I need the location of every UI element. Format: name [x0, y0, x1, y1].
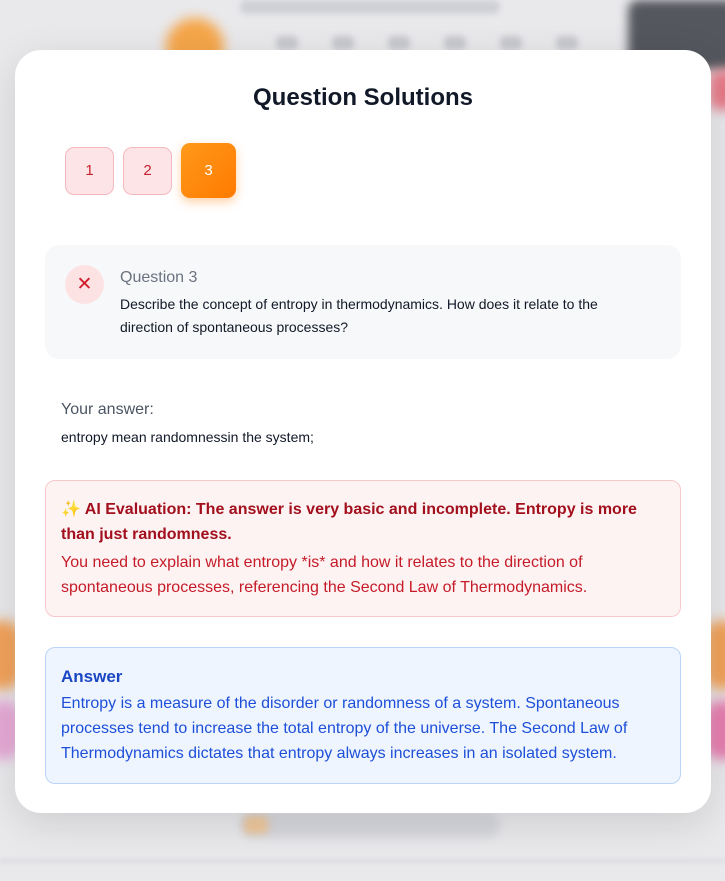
background-header-bar [240, 0, 500, 14]
background-nav-item [444, 36, 466, 50]
correct-answer-title: Answer [61, 667, 123, 686]
background-side-card [709, 70, 725, 110]
background-divider [0, 860, 725, 862]
question-tab-1[interactable]: 1 [65, 146, 114, 195]
correct-answer-body: Entropy is a measure of the disorder or … [61, 695, 628, 762]
background-footer-icon [244, 816, 268, 834]
background-nav-item [388, 36, 410, 50]
question-tab-2[interactable]: 2 [123, 146, 172, 195]
question-tabs: 1 2 3 [65, 143, 236, 198]
your-answer-label: Your answer: [61, 401, 154, 418]
background-nav-item [500, 36, 522, 50]
background-footer-button [240, 812, 500, 838]
ai-evaluation-title: ✨ AI Evaluation: The answer is very basi… [61, 497, 665, 547]
question-tab-3[interactable]: 3 [181, 143, 236, 198]
background-nav-item [332, 36, 354, 50]
question-label: Question 3 [120, 269, 198, 286]
solutions-modal: Question Solutions 1 2 3 ✕ Question 3 De… [15, 50, 711, 813]
ai-evaluation-box: ✨ AI Evaluation: The answer is very basi… [45, 480, 681, 617]
sparkles-icon: ✨ [61, 501, 81, 518]
modal-title: Question Solutions [253, 84, 473, 111]
your-answer-text: entropy mean randomnessin the system; [61, 429, 314, 445]
correct-answer-box: Answer Entropy is a measure of the disor… [45, 647, 681, 784]
question-text: Describe the concept of entropy in therm… [120, 296, 598, 335]
ai-evaluation-title-text: AI Evaluation: The answer is very basic … [61, 501, 637, 543]
close-icon: ✕ [65, 265, 104, 304]
background-nav-item [276, 36, 298, 50]
background-nav-item [556, 36, 578, 50]
question-card: ✕ Question 3 Describe the concept of ent… [45, 245, 681, 359]
ai-evaluation-body: You need to explain what entropy *is* an… [61, 554, 588, 596]
